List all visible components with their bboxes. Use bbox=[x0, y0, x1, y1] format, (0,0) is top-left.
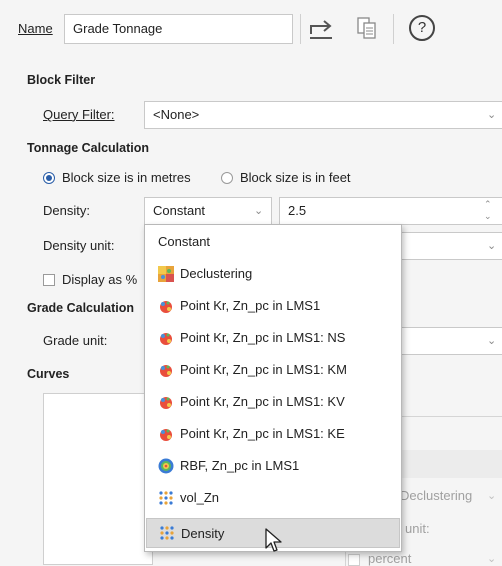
dropdown-item-label: RBF, Zn_pc in LMS1 bbox=[180, 458, 300, 473]
density-mode-select[interactable]: Constant bbox=[144, 197, 272, 225]
dropdown-item-point-kr-km[interactable]: Point Kr, Zn_pc in LMS1: KM bbox=[146, 354, 400, 385]
display-as-label[interactable]: Display as % bbox=[62, 272, 142, 287]
dropdown-item-label: Point Kr, Zn_pc in LMS1 bbox=[180, 298, 321, 313]
density-mode-chevron-icon[interactable]: ⌄ bbox=[254, 204, 263, 217]
dropdown-item-label: Point Kr, Zn_pc in LMS1: NS bbox=[180, 330, 346, 345]
kriging-icon bbox=[160, 364, 172, 377]
help-icon[interactable]: ? bbox=[409, 15, 435, 41]
display-as-checkbox[interactable] bbox=[43, 274, 55, 286]
grade-unit-chevron-icon[interactable]: ⌄ bbox=[487, 334, 496, 347]
dropdown-item-point-kr-ns[interactable]: Point Kr, Zn_pc in LMS1: NS bbox=[146, 322, 400, 353]
header-divider-2 bbox=[393, 14, 394, 44]
kriging-icon bbox=[160, 300, 172, 313]
dropdown-item-point-kr[interactable]: Point Kr, Zn_pc in LMS1 bbox=[146, 290, 400, 321]
dropdown-item-vol-zn[interactable]: vol_Zn bbox=[146, 482, 400, 513]
kriging-icon bbox=[160, 332, 172, 345]
curves-list-panel[interactable] bbox=[43, 393, 153, 565]
grade-unit-label: Grade unit: bbox=[43, 333, 108, 348]
help-icon-glyph: ? bbox=[417, 19, 427, 36]
radio-feet-label[interactable]: Block size is in feet bbox=[240, 170, 351, 185]
copy-icon[interactable] bbox=[355, 15, 379, 41]
dropdown-item-point-kr-ke[interactable]: Point Kr, Zn_pc in LMS1: KE bbox=[146, 418, 400, 449]
density-dropdown-list[interactable]: Constant Declustering Point Kr, Zn_pc in… bbox=[144, 224, 402, 552]
dropdown-item-label: Declustering bbox=[180, 266, 253, 281]
dropdown-item-label: Point Kr, Zn_pc in LMS1: KV bbox=[180, 394, 345, 409]
behind-percent-chevron-icon: ⌄ bbox=[487, 553, 497, 565]
behind-declustering-chevron-icon: ⌄ bbox=[487, 490, 497, 502]
dropdown-item-constant[interactable]: Constant bbox=[146, 226, 400, 257]
dropdown-item-declustering[interactable]: Declustering bbox=[146, 258, 400, 289]
rbf-icon bbox=[158, 458, 174, 473]
query-filter-select[interactable]: <None> bbox=[144, 101, 502, 129]
query-filter-chevron-icon[interactable]: ⌄ bbox=[487, 108, 496, 121]
behind-unit-text: unit: bbox=[405, 521, 430, 536]
grade-heading: Grade Calculation bbox=[27, 301, 134, 315]
dropdown-item-label: vol_Zn bbox=[180, 490, 220, 505]
dropdown-item-rbf[interactable]: RBF, Zn_pc in LMS1 bbox=[146, 450, 400, 481]
curves-heading: Curves bbox=[27, 367, 70, 381]
kriging-icon bbox=[160, 428, 172, 441]
points-icon bbox=[160, 526, 174, 540]
density-unit-chevron-icon[interactable]: ⌄ bbox=[487, 239, 496, 252]
header-divider-1 bbox=[300, 14, 301, 44]
dropdown-item-label: Point Kr, Zn_pc in LMS1: KE bbox=[180, 426, 345, 441]
radio-metres-label[interactable]: Block size is in metres bbox=[62, 170, 191, 185]
points-icon bbox=[159, 490, 173, 505]
density-spinner-icon[interactable]: ⌃ ⌄ bbox=[484, 198, 492, 222]
density-label: Density: bbox=[43, 203, 90, 218]
declustering-icon bbox=[158, 265, 174, 282]
name-label: Name bbox=[18, 21, 53, 36]
kriging-icon bbox=[160, 396, 172, 409]
name-input[interactable]: Grade Tonnage bbox=[64, 14, 293, 44]
density-unit-label: Density unit: bbox=[43, 238, 115, 253]
density-value-input[interactable]: 2.5 bbox=[279, 197, 502, 225]
radio-metres[interactable] bbox=[43, 172, 55, 184]
dropdown-item-label: Point Kr, Zn_pc in LMS1: KM bbox=[180, 362, 347, 377]
dropdown-item-label: Density bbox=[181, 525, 225, 541]
export-arrow-icon[interactable] bbox=[307, 16, 337, 42]
behind-percent-text: percent bbox=[368, 551, 412, 566]
behind-percent-checkbox bbox=[348, 554, 360, 566]
mouse-cursor-icon bbox=[264, 528, 284, 554]
tonnage-heading: Tonnage Calculation bbox=[27, 141, 149, 155]
dropdown-item-point-kr-kv[interactable]: Point Kr, Zn_pc in LMS1: KV bbox=[146, 386, 400, 417]
name-label-text: Name bbox=[18, 21, 53, 36]
behind-declustering-text: Declustering bbox=[400, 488, 473, 503]
radio-feet[interactable] bbox=[221, 172, 233, 184]
query-filter-label: Query Filter: bbox=[43, 107, 115, 122]
dropdown-item-label: Constant bbox=[158, 234, 211, 249]
block-filter-heading: Block Filter bbox=[27, 73, 96, 87]
